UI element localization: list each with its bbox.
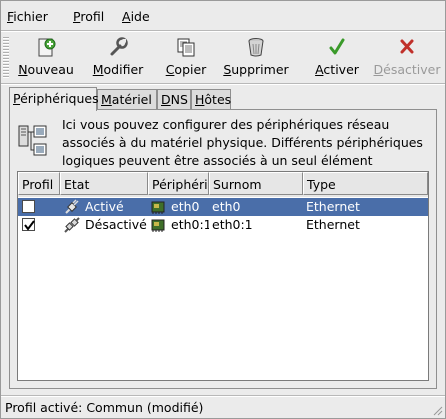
x-icon: [400, 39, 414, 54]
copy-button[interactable]: Copier: [158, 33, 214, 83]
type-cell: Ethernet: [306, 217, 360, 232]
table-row[interactable]: Activé eth0 eth0 Ethernet: [18, 198, 428, 216]
network-config-window: Fichier Profil Aide Nouveau Modifier Cop…: [0, 0, 446, 419]
table-header: Profil Etat Périphérique Surnom Type: [18, 172, 428, 197]
new-device-icon: [38, 38, 56, 57]
device-cell: eth0: [171, 199, 200, 214]
status-cell: Désactivé: [85, 217, 147, 232]
menu-bar: Fichier Profil Aide: [1, 1, 445, 31]
column-header-peripherique[interactable]: Périphérique: [148, 172, 209, 195]
activate-button[interactable]: Activer: [309, 33, 365, 83]
tab-materiel[interactable]: Matériel: [97, 89, 157, 109]
delete-button[interactable]: Supprimer: [222, 33, 290, 83]
profile-checkbox[interactable]: [22, 200, 35, 213]
devices-tab-panel: Ici vous pouvez configurer des périphéri…: [9, 109, 437, 389]
edit-button[interactable]: Modifier: [89, 33, 147, 83]
column-header-type[interactable]: Type: [303, 172, 428, 195]
ethernet-card-icon: [151, 201, 165, 214]
toolbar-grip-handle[interactable]: [3, 37, 9, 79]
column-header-etat[interactable]: Etat: [60, 172, 148, 195]
tab-dns[interactable]: DNS: [157, 89, 191, 109]
menu-profil[interactable]: Profil: [73, 9, 104, 24]
toolbar: Nouveau Modifier Copier Supprimer Active…: [1, 33, 445, 83]
column-header-profil[interactable]: Profil: [18, 172, 60, 195]
table-row[interactable]: Désactivé eth0:1 eth0:1 Ethernet: [18, 216, 428, 234]
resize-grip-icon[interactable]: [431, 404, 443, 416]
status-text: Profil activé: Commun (modifié): [5, 400, 204, 415]
wrench-icon: [110, 37, 128, 56]
type-cell: Ethernet: [306, 199, 360, 214]
menu-fichier[interactable]: Fichier: [7, 9, 48, 24]
device-cell: eth0:1: [171, 217, 209, 232]
plug-disconnected-icon: [64, 217, 80, 233]
tab-peripheriques[interactable]: Périphériques: [9, 87, 99, 111]
profile-checkbox[interactable]: [22, 218, 35, 231]
trash-icon: [248, 38, 264, 57]
nickname-cell: eth0:1: [212, 217, 253, 232]
checkmark-icon: [329, 38, 345, 55]
plug-connected-icon: [65, 199, 79, 214]
column-header-surnom[interactable]: Surnom: [209, 172, 303, 195]
deactivate-button[interactable]: Désactiver: [373, 33, 441, 83]
tab-hotes[interactable]: Hôtes: [191, 89, 231, 109]
network-devices-icon: [18, 125, 47, 156]
ethernet-card-icon: [151, 219, 165, 232]
copy-icon: [177, 38, 195, 57]
nickname-cell: eth0: [212, 199, 241, 214]
checkmark-icon: [24, 220, 35, 231]
status-cell: Activé: [85, 199, 124, 214]
new-button[interactable]: Nouveau: [15, 33, 77, 83]
menu-aide[interactable]: Aide: [122, 9, 150, 24]
menu-separator: [1, 30, 445, 32]
status-bar: Profil activé: Commun (modifié): [1, 397, 445, 418]
devices-table[interactable]: Profil Etat Périphérique Surnom Type Act…: [17, 171, 429, 381]
toolbar-separator: [1, 83, 445, 85]
